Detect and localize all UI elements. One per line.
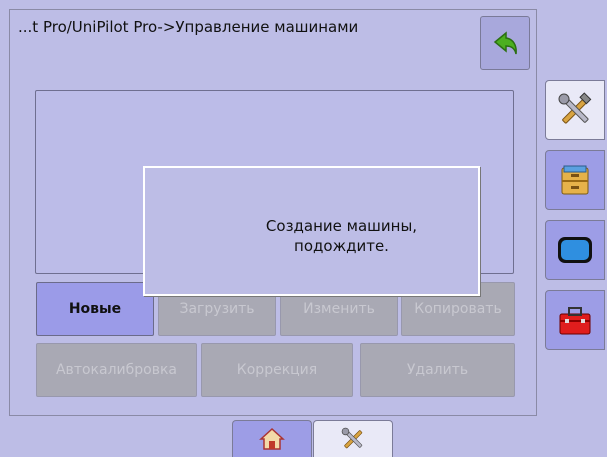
progress-dialog: Создание машины, подождите.: [143, 166, 480, 296]
dialog-message: Создание машины, подождите.: [265, 217, 418, 255]
page-title: ...t Pro/UniPilot Pro->Управление машина…: [18, 18, 359, 36]
delete-button[interactable]: Удалить: [360, 343, 515, 397]
side-tab-display[interactable]: [545, 220, 605, 280]
side-tab-toolbox[interactable]: [545, 290, 605, 350]
monitor-icon: [558, 237, 592, 263]
home-icon: [259, 427, 285, 450]
autocalibration-button[interactable]: Автокалибровка: [36, 343, 197, 397]
back-button[interactable]: [480, 16, 530, 70]
side-tab-files[interactable]: [545, 150, 605, 210]
tools-icon: [558, 92, 592, 124]
correction-button[interactable]: Коррекция: [201, 343, 353, 397]
bottom-tab-tools[interactable]: [313, 420, 393, 457]
bottom-tab-home[interactable]: [232, 420, 312, 457]
toolbox-icon: [559, 307, 591, 335]
back-arrow-icon: [493, 31, 517, 55]
side-tab-tools[interactable]: [545, 80, 605, 140]
new-button[interactable]: Новые: [36, 282, 154, 336]
tools-icon: [341, 427, 363, 449]
file-cabinet-icon: [561, 165, 589, 195]
